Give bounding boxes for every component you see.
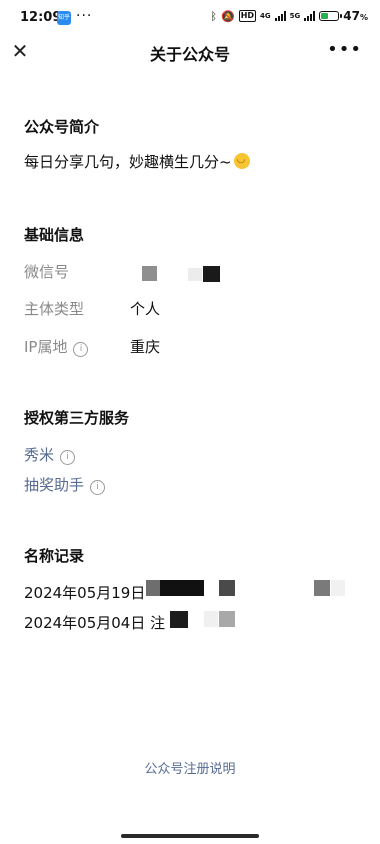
signal-bars-icon [304, 11, 316, 21]
name-record-suffix: 注 [150, 614, 166, 632]
page-title: 关于公众号 [149, 45, 230, 64]
home-indicator[interactable] [121, 834, 259, 838]
name-record-item: 2024年05月19日 [24, 584, 146, 602]
status-time: 12:09 [20, 10, 62, 25]
info-icon[interactable]: i [73, 342, 89, 357]
ip-location-label-text: IP属地 [24, 338, 68, 356]
intro-text: 每日分享几句，妙趣横生几分~ [24, 151, 250, 172]
record-name-mosaic [331, 580, 345, 596]
intro-text-content: 每日分享几句，妙趣横生几分~ [24, 153, 232, 171]
authorized-services-title: 授权第三方服务 [24, 409, 130, 427]
wechat-id-label: 微信号 [24, 263, 70, 281]
hd-badge: HD [238, 10, 257, 22]
wechat-id-mosaic [142, 266, 157, 281]
network-5g-label: 5G [289, 12, 301, 20]
more-icon[interactable]: ••• [327, 39, 362, 60]
record-name-mosaic [314, 580, 330, 596]
record-name-mosaic [160, 580, 204, 596]
record-name-mosaic [219, 580, 235, 596]
network-4g-label: 4G [260, 12, 271, 20]
wechat-id-mosaic [188, 268, 202, 281]
intro-section-title: 公众号简介 [24, 118, 100, 136]
service-item-label: 秀米 [24, 446, 55, 464]
nav-bar: ✕ 关于公众号 ••• [0, 36, 380, 68]
service-item-label: 抽奖助手 [24, 476, 85, 494]
mute-icon: 🔕 [220, 9, 235, 23]
ip-location-label: IP属地 i [24, 336, 89, 357]
record-name-mosaic [146, 580, 160, 596]
battery-percent: 47% [343, 9, 368, 23]
entity-type-value: 个人 [130, 300, 161, 318]
name-record-item: 2024年05月04日 注 [24, 612, 165, 633]
zhihu-app-icon: 知乎 [57, 11, 71, 25]
status-more-dots: ··· [76, 8, 93, 24]
info-icon[interactable]: i [90, 480, 106, 495]
signal-bars-icon [274, 11, 286, 21]
status-right-group: ᛒ 🔕 HD 4G 5G 47% [210, 9, 368, 23]
battery-fill [321, 13, 329, 19]
record-name-mosaic [219, 611, 235, 627]
info-icon[interactable]: i [60, 450, 76, 465]
battery-icon [319, 11, 343, 21]
basic-info-section-title: 基础信息 [24, 226, 85, 244]
name-records-title: 名称记录 [24, 547, 85, 565]
record-name-mosaic [204, 611, 218, 627]
wechat-id-mosaic [203, 266, 220, 282]
service-item-xiumi[interactable]: 秀米 i [24, 444, 76, 465]
service-item-lottery[interactable]: 抽奖助手 i [24, 474, 106, 495]
entity-type-label: 主体类型 [24, 300, 85, 318]
ip-location-value: 重庆 [130, 338, 161, 356]
name-record-date: 2024年05月04日 [24, 614, 146, 632]
bluetooth-icon: ᛒ [210, 9, 217, 23]
smile-emoji-icon [233, 153, 250, 169]
record-name-mosaic [170, 611, 188, 628]
registration-info-link[interactable]: 公众号注册说明 [0, 758, 380, 777]
status-bar: 12:09 知乎 ··· ᛒ 🔕 HD 4G 5G 47% [0, 0, 380, 36]
